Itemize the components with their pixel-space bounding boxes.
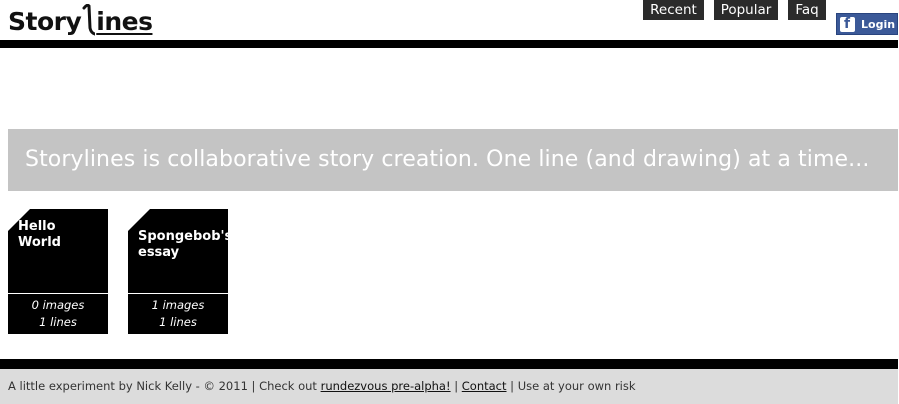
story-line-count: 1 lines: [39, 315, 77, 329]
site-logo[interactable]: Story ines: [8, 3, 153, 36]
nav-recent-button[interactable]: Recent: [643, 0, 704, 20]
story-title: Hello World: [18, 219, 61, 250]
story-card-spongebobs-essay[interactable]: Spongebob's essay 1 images 1 lines: [128, 209, 233, 334]
facebook-icon: f: [840, 16, 855, 32]
story-line-count: 1 lines: [159, 315, 197, 329]
footer-separator: |: [450, 379, 462, 393]
tagline-banner: Storylines is collaborative story creati…: [8, 129, 898, 191]
story-stats: 1 images 1 lines: [128, 297, 228, 331]
story-image-count: 0 images: [31, 298, 85, 312]
story-image-count: 1 images: [151, 298, 205, 312]
nav-faq-button[interactable]: Faq: [788, 0, 826, 20]
card-corner-notch: [128, 209, 150, 231]
card-divider: [8, 293, 108, 294]
story-stats: 0 images 1 lines: [8, 297, 108, 331]
quill-l-icon: [81, 3, 97, 36]
nav-popular-button[interactable]: Popular: [714, 0, 778, 20]
login-label: Login: [861, 18, 896, 31]
contact-link[interactable]: Contact: [462, 379, 507, 393]
logo-text-lines: ines: [96, 7, 153, 36]
site-footer: A little experiment by Nick Kelly - © 20…: [0, 369, 898, 404]
logo-text-story: Story: [8, 7, 82, 36]
site-header: Story ines Recent Popular Faq f Login: [0, 0, 899, 40]
facebook-login-button[interactable]: f Login: [836, 13, 898, 35]
footer-disclaimer: | Use at your own risk: [506, 379, 636, 393]
header-divider: [0, 40, 898, 48]
footer-credit-text: A little experiment by Nick Kelly - © 20…: [8, 379, 321, 393]
rundezvous-link[interactable]: rundezvous pre-alpha!: [321, 379, 451, 393]
story-title: Spongebob's essay: [138, 229, 233, 260]
story-card-hello-world[interactable]: Hello World 0 images 1 lines: [8, 209, 108, 334]
card-divider: [128, 293, 228, 294]
footer-divider: [0, 359, 898, 369]
